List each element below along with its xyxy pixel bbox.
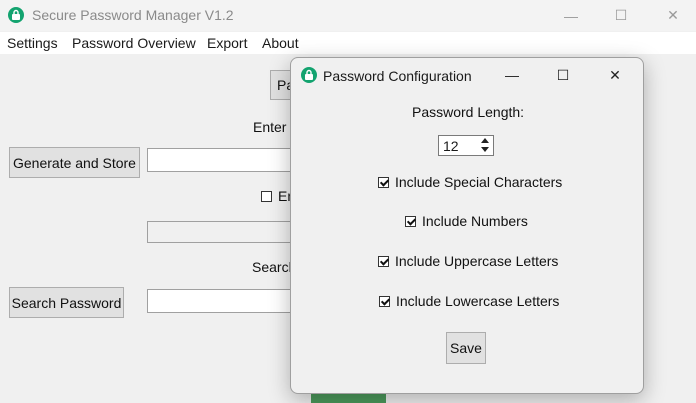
dialog-close-button[interactable]: ✕ bbox=[592, 58, 638, 92]
minimize-button[interactable]: — bbox=[548, 0, 594, 31]
include-lowercase-row[interactable]: Include Lowercase Letters bbox=[379, 293, 559, 309]
menu-settings[interactable]: Settings bbox=[7, 35, 58, 51]
service-name-input[interactable] bbox=[147, 148, 307, 172]
menu-about[interactable]: About bbox=[262, 35, 299, 51]
password-length-spinbox[interactable]: 12 bbox=[438, 135, 494, 156]
menu-export[interactable]: Export bbox=[207, 35, 247, 51]
spin-down-icon[interactable] bbox=[481, 147, 489, 152]
include-numbers-row[interactable]: Include Numbers bbox=[405, 213, 528, 229]
encrypt-checkbox[interactable] bbox=[261, 190, 272, 202]
window-title: Secure Password Manager V1.2 bbox=[32, 7, 234, 23]
dialog-minimize-button[interactable]: — bbox=[489, 58, 535, 92]
special-characters-label: Include Special Characters bbox=[395, 174, 563, 190]
search-password-button[interactable]: Search Password bbox=[9, 287, 124, 318]
maximize-button[interactable]: ☐ bbox=[598, 0, 644, 31]
special-characters-checkbox[interactable] bbox=[378, 176, 389, 188]
status-bar-green bbox=[311, 393, 386, 403]
search-input[interactable] bbox=[147, 289, 307, 313]
uppercase-checkbox[interactable] bbox=[378, 255, 389, 267]
numbers-checkbox[interactable] bbox=[405, 215, 416, 227]
app-lock-icon bbox=[8, 7, 24, 23]
password-length-value: 12 bbox=[443, 138, 459, 154]
generate-and-store-button[interactable]: Generate and Store bbox=[9, 147, 140, 178]
numbers-label: Include Numbers bbox=[422, 213, 528, 229]
include-special-characters-row[interactable]: Include Special Characters bbox=[378, 174, 562, 190]
lowercase-checkbox[interactable] bbox=[379, 295, 390, 307]
generated-password-field[interactable] bbox=[147, 221, 307, 243]
close-button[interactable]: ✕ bbox=[650, 0, 696, 31]
dialog-lock-icon bbox=[301, 67, 317, 83]
uppercase-label: Include Uppercase Letters bbox=[395, 253, 559, 269]
password-configuration-dialog[interactable]: Password Configuration — ☐ ✕ Password Le… bbox=[290, 57, 644, 394]
include-uppercase-row[interactable]: Include Uppercase Letters bbox=[378, 253, 558, 269]
password-length-label: Password Length: bbox=[412, 104, 525, 120]
menu-password-overview[interactable]: Password Overview bbox=[72, 35, 196, 51]
spin-up-icon[interactable] bbox=[481, 138, 489, 143]
spin-arrows[interactable] bbox=[480, 137, 491, 154]
save-button[interactable]: Save bbox=[446, 332, 486, 364]
lowercase-label: Include Lowercase Letters bbox=[396, 293, 560, 309]
dialog-maximize-button[interactable]: ☐ bbox=[540, 58, 586, 92]
dialog-title: Password Configuration bbox=[323, 68, 472, 84]
